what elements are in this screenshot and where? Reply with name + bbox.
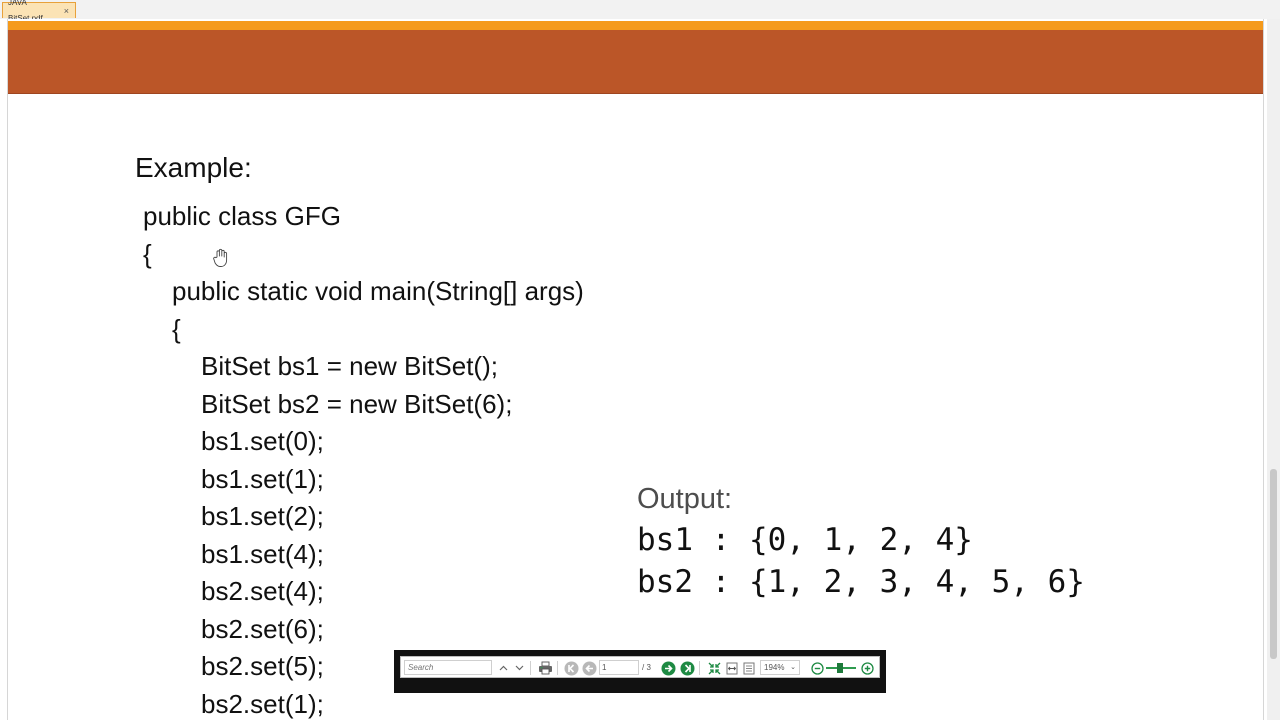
page-layout-icon xyxy=(743,662,755,674)
pdf-floating-toolbar: / 3 xyxy=(394,650,886,693)
code-line: bs2.set(6); xyxy=(201,614,324,644)
previous-page-button[interactable] xyxy=(581,660,597,676)
code-line: BitSet bs1 = new BitSet(); xyxy=(201,351,498,381)
chevron-down-icon: ⌄ xyxy=(790,664,796,671)
arrow-right-icon xyxy=(661,661,675,675)
toolbar-divider xyxy=(699,661,700,675)
scrollbar-thumb[interactable] xyxy=(1270,469,1277,659)
fit-width-button[interactable] xyxy=(724,660,740,676)
output-line: bs1 : {0, 1, 2, 4} xyxy=(637,522,973,558)
first-page-icon xyxy=(564,661,578,675)
output-heading: Output: xyxy=(637,483,733,515)
document-viewport[interactable]: Example: public class GFG { public stati… xyxy=(0,19,1280,720)
zoom-out-icon xyxy=(810,661,824,675)
code-line: BitSet bs2 = new BitSet(6); xyxy=(201,389,513,419)
arrow-left-icon xyxy=(582,661,596,675)
vertical-scrollbar[interactable] xyxy=(1267,19,1280,720)
fit-page-button[interactable] xyxy=(706,660,722,676)
zoom-in-icon xyxy=(860,661,874,675)
last-page-button[interactable] xyxy=(679,660,695,676)
code-line: bs1.set(4); xyxy=(201,539,324,569)
zoom-out-button[interactable] xyxy=(809,660,825,676)
print-button[interactable] xyxy=(537,660,553,676)
page-total-label: / 3 xyxy=(642,663,651,672)
code-line: bs2.set(1); xyxy=(201,689,324,719)
page-number-input[interactable] xyxy=(599,660,639,675)
code-line: bs2.set(4); xyxy=(201,576,324,606)
first-page-button[interactable] xyxy=(563,660,579,676)
search-next-button[interactable] xyxy=(511,660,527,676)
code-line: bs1.set(1); xyxy=(201,464,324,494)
pdf-page: Example: public class GFG { public stati… xyxy=(7,19,1264,720)
code-line: bs2.set(5); xyxy=(201,651,324,681)
toolbar-panel: / 3 xyxy=(400,656,880,678)
page-view-button[interactable] xyxy=(741,660,757,676)
tab-bar: JAVA BitSet.pdf × xyxy=(0,0,1280,23)
zoom-select[interactable]: 194% ⌄ xyxy=(760,660,800,675)
code-line: bs1.set(0); xyxy=(201,426,324,456)
zoom-slider-handle[interactable] xyxy=(837,663,843,673)
search-input[interactable] xyxy=(404,660,492,675)
example-heading: Example: xyxy=(135,152,252,183)
shrink-icon xyxy=(708,662,720,674)
code-line: public class GFG xyxy=(143,201,341,231)
document-tab[interactable]: JAVA BitSet.pdf × xyxy=(2,0,76,23)
output-line: bs2 : {1, 2, 3, 4, 5, 6} xyxy=(637,564,1085,600)
code-block: public class GFG { public static void ma… xyxy=(8,19,584,719)
zoom-value: 194% xyxy=(764,663,785,672)
banner-stripe xyxy=(8,21,1263,30)
zoom-in-button[interactable] xyxy=(859,660,875,676)
slide-banner xyxy=(8,30,1263,94)
next-page-button[interactable] xyxy=(660,660,676,676)
printer-icon xyxy=(538,661,552,675)
last-page-icon xyxy=(680,661,694,675)
chevron-down-icon xyxy=(515,665,523,671)
code-line: { xyxy=(143,239,152,269)
code-line: { xyxy=(172,314,181,344)
fit-width-icon xyxy=(726,662,738,674)
toolbar-divider xyxy=(530,661,531,675)
search-previous-button[interactable] xyxy=(495,660,511,676)
code-line: public static void main(String[] args) xyxy=(172,276,584,306)
chevron-up-icon xyxy=(499,665,507,671)
toolbar-divider xyxy=(557,661,558,675)
close-tab-icon[interactable]: × xyxy=(64,3,69,19)
hand-cursor-icon xyxy=(212,248,230,268)
code-line: bs1.set(2); xyxy=(201,501,324,531)
